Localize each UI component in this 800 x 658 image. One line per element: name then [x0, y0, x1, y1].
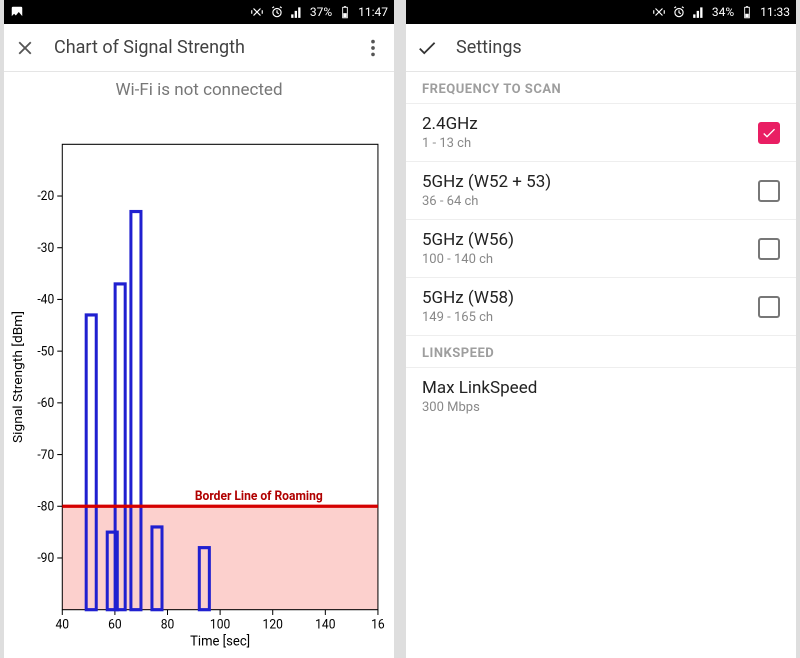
svg-text:16: 16: [371, 618, 385, 632]
option-sub: 300 Mbps: [422, 400, 780, 415]
overflow-menu-icon[interactable]: [362, 37, 384, 59]
svg-text:-50: -50: [37, 345, 54, 359]
svg-text:80: 80: [161, 618, 175, 632]
phone-right-screenshot: 34% 11:33 Settings FREQUENCY TO SCAN 2.4…: [406, 0, 796, 658]
wifi-status-text: Wi-Fi is not connected: [4, 72, 394, 102]
svg-text:-60: -60: [37, 397, 54, 411]
option-title: 5GHz (W56): [422, 230, 746, 250]
checkbox[interactable]: [758, 238, 780, 260]
list-item[interactable]: Max LinkSpeed 300 Mbps: [406, 368, 796, 425]
app-bar: Chart of Signal Strength: [4, 24, 394, 72]
page-title: Chart of Signal Strength: [54, 37, 344, 58]
alarm-icon: [672, 5, 686, 19]
svg-text:60: 60: [108, 618, 122, 632]
checkbox[interactable]: [758, 296, 780, 318]
cellular-signal-icon: [290, 5, 304, 19]
option-sub: 149 - 165 ch: [422, 310, 746, 325]
svg-text:40: 40: [56, 618, 70, 632]
svg-text:-70: -70: [37, 449, 54, 463]
notification-image-icon: [10, 5, 24, 19]
done-icon[interactable]: [416, 37, 438, 59]
option-sub: 100 - 140 ch: [422, 252, 746, 267]
battery-icon: [338, 5, 352, 19]
option-sub: 36 - 64 ch: [422, 194, 746, 209]
svg-text:-90: -90: [37, 552, 54, 566]
vibrate-icon: [652, 5, 666, 19]
svg-text:-80: -80: [37, 500, 54, 514]
battery-percent: 34%: [712, 5, 734, 19]
svg-text:Time [sec]: Time [sec]: [190, 634, 250, 649]
option-title: 2.4GHz: [422, 114, 746, 134]
signal-strength-chart[interactable]: -20 -30 -40 -50 -60 -70 -80 -90 40 60 80 100 120 140 1…: [4, 102, 394, 658]
clock: 11:47: [358, 5, 388, 19]
close-icon[interactable]: [14, 37, 36, 59]
list-item[interactable]: 5GHz (W52 + 53) 36 - 64 ch: [406, 162, 796, 220]
status-bar: 34% 11:33: [406, 0, 796, 24]
svg-text:Border Line of Roaming: Border Line of Roaming: [195, 490, 323, 504]
section-header-linkspeed: LINKSPEED: [406, 336, 796, 368]
vibrate-icon: [250, 5, 264, 19]
clock: 11:33: [760, 5, 790, 19]
checkbox[interactable]: [758, 180, 780, 202]
list-item[interactable]: 2.4GHz 1 - 13 ch: [406, 104, 796, 162]
option-title: 5GHz (W52 + 53): [422, 172, 746, 192]
list-item[interactable]: 5GHz (W56) 100 - 140 ch: [406, 220, 796, 278]
option-sub: 1 - 13 ch: [422, 136, 746, 151]
svg-text:-40: -40: [37, 293, 54, 307]
option-title: 5GHz (W58): [422, 288, 746, 308]
battery-percent: 37%: [310, 5, 332, 19]
checkbox[interactable]: [758, 122, 780, 144]
option-title: Max LinkSpeed: [422, 378, 780, 398]
list-item[interactable]: 5GHz (W58) 149 - 165 ch: [406, 278, 796, 336]
svg-text:140: 140: [315, 618, 335, 632]
svg-text:100: 100: [210, 618, 230, 632]
svg-text:-20: -20: [37, 190, 54, 204]
alarm-icon: [270, 5, 284, 19]
svg-text:Signal Strength [dBm]: Signal Strength [dBm]: [11, 311, 26, 443]
page-title: Settings: [456, 37, 786, 58]
svg-text:120: 120: [263, 618, 283, 632]
phone-left-screenshot: 37% 11:47 Chart of Signal Strength Wi-Fi…: [4, 0, 394, 658]
svg-text:-30: -30: [37, 242, 54, 256]
app-bar: Settings: [406, 24, 796, 72]
status-bar: 37% 11:47: [4, 0, 394, 24]
section-header-frequency: FREQUENCY TO SCAN: [406, 72, 796, 104]
cellular-signal-icon: [692, 5, 706, 19]
battery-icon: [740, 5, 754, 19]
